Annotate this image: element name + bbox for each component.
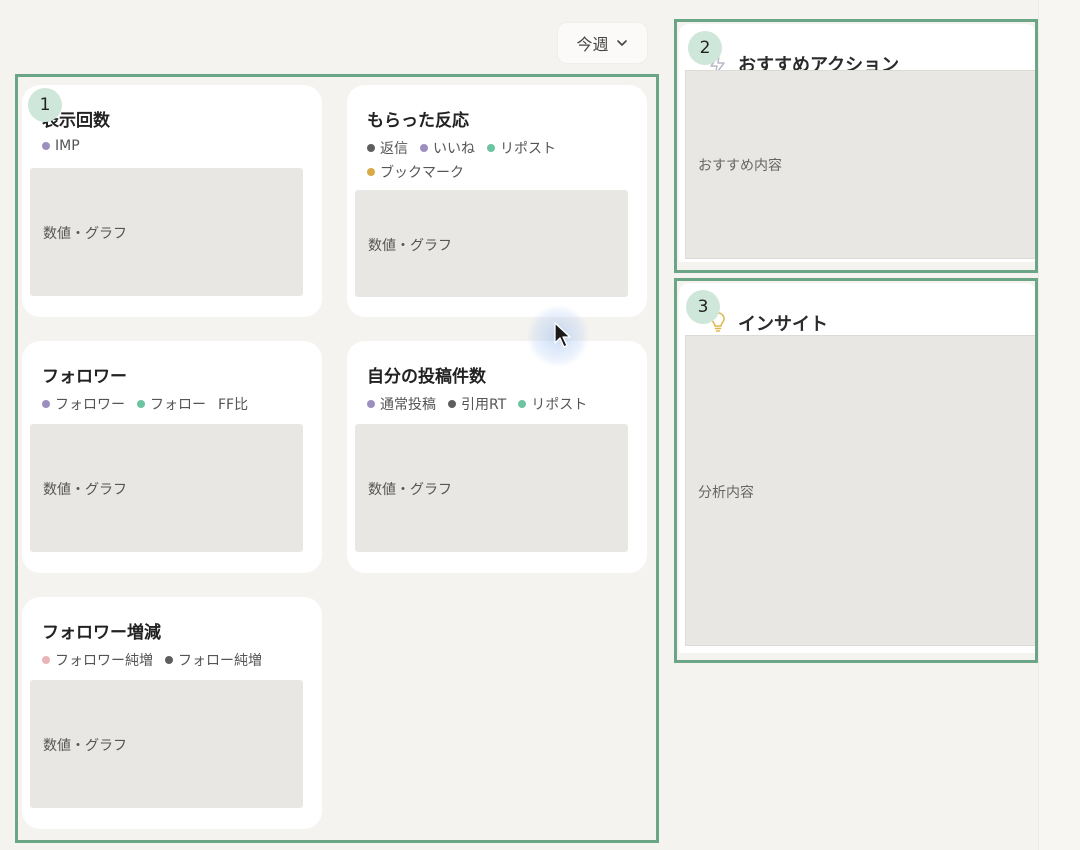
card-title: フォロワー増減 — [42, 623, 161, 643]
legend-item: フォロワー — [42, 394, 125, 414]
chart-placeholder-label: 数値・グラフ — [368, 482, 452, 498]
legend-item: リポスト — [487, 138, 556, 158]
chart-placeholder: 数値・グラフ — [355, 424, 628, 552]
period-select-label: 今週 — [576, 35, 609, 54]
chart-placeholder-label: 数値・グラフ — [43, 482, 127, 498]
legend-dot — [448, 400, 456, 408]
legend-item: ブックマーク — [367, 162, 464, 182]
card-title: もらった反応 — [367, 111, 469, 131]
legend-item: 引用RT — [448, 394, 506, 414]
chart-placeholder: 数値・グラフ — [30, 168, 303, 296]
chevron-down-icon — [616, 40, 627, 46]
legend-item: フォロー — [137, 394, 206, 414]
legend-dot — [367, 400, 375, 408]
step-badge-3: 3 — [686, 290, 720, 324]
chart-placeholder-label: 数値・グラフ — [43, 226, 127, 242]
metric-card-follower-change: フォロワー増減 フォロワー純増 フォロー純増 数値・グラフ — [22, 597, 322, 829]
chart-placeholder-label: 数値・グラフ — [368, 238, 452, 254]
legend-item: リポスト — [518, 394, 587, 414]
right-edge-panel — [1038, 0, 1080, 850]
recommend-highlight-frame — [674, 19, 1038, 273]
legend-dot — [42, 142, 50, 150]
legend-item: いいね — [420, 138, 475, 158]
card-title: 自分の投稿件数 — [367, 367, 486, 387]
legend-item: 通常投稿 — [367, 394, 436, 414]
legend-item: フォロー純増 — [165, 650, 262, 670]
legend: フォロワー フォロー FF比 — [42, 394, 292, 414]
mouse-cursor-icon — [554, 322, 571, 348]
legend-item: 返信 — [367, 138, 408, 158]
legend-dot — [518, 400, 527, 408]
card-title: フォロワー — [42, 367, 127, 387]
chart-placeholder: 数値・グラフ — [355, 190, 628, 297]
metric-card-followers: フォロワー フォロワー フォロー FF比 数値・グラフ — [22, 341, 322, 573]
legend-item: FF比 — [218, 397, 249, 413]
legend: フォロワー純増 フォロー純増 — [42, 650, 292, 670]
legend-dot — [42, 656, 50, 664]
legend-dot — [420, 144, 428, 152]
legend: IMP — [42, 138, 292, 154]
legend: 通常投稿 引用RT リポスト — [367, 394, 617, 414]
legend-dot — [487, 144, 495, 152]
legend-dot — [137, 400, 145, 408]
legend-item: フォロワー純増 — [42, 650, 153, 670]
chart-placeholder: 数値・グラフ — [30, 680, 303, 808]
legend-dot — [367, 168, 375, 176]
insight-highlight-frame — [674, 278, 1038, 663]
metric-card-reactions: もらった反応 返信 いいね リポスト ブックマーク 数値・グラフ — [347, 85, 647, 317]
legend-dot — [42, 400, 50, 408]
period-select[interactable]: 今週 — [557, 22, 648, 64]
legend-dot — [367, 144, 375, 152]
metric-card-impressions: 表示回数 IMP 数値・グラフ — [22, 85, 322, 317]
legend-dot — [165, 656, 173, 664]
step-badge-1: 1 — [28, 88, 62, 122]
chart-placeholder: 数値・グラフ — [30, 424, 303, 552]
legend: 返信 いいね リポスト ブックマーク — [367, 138, 617, 182]
step-badge-2: 2 — [688, 31, 722, 65]
legend-item: IMP — [42, 138, 80, 154]
chart-placeholder-label: 数値・グラフ — [43, 738, 127, 754]
metric-card-posts: 自分の投稿件数 通常投稿 引用RT リポスト 数値・グラフ — [347, 341, 647, 573]
